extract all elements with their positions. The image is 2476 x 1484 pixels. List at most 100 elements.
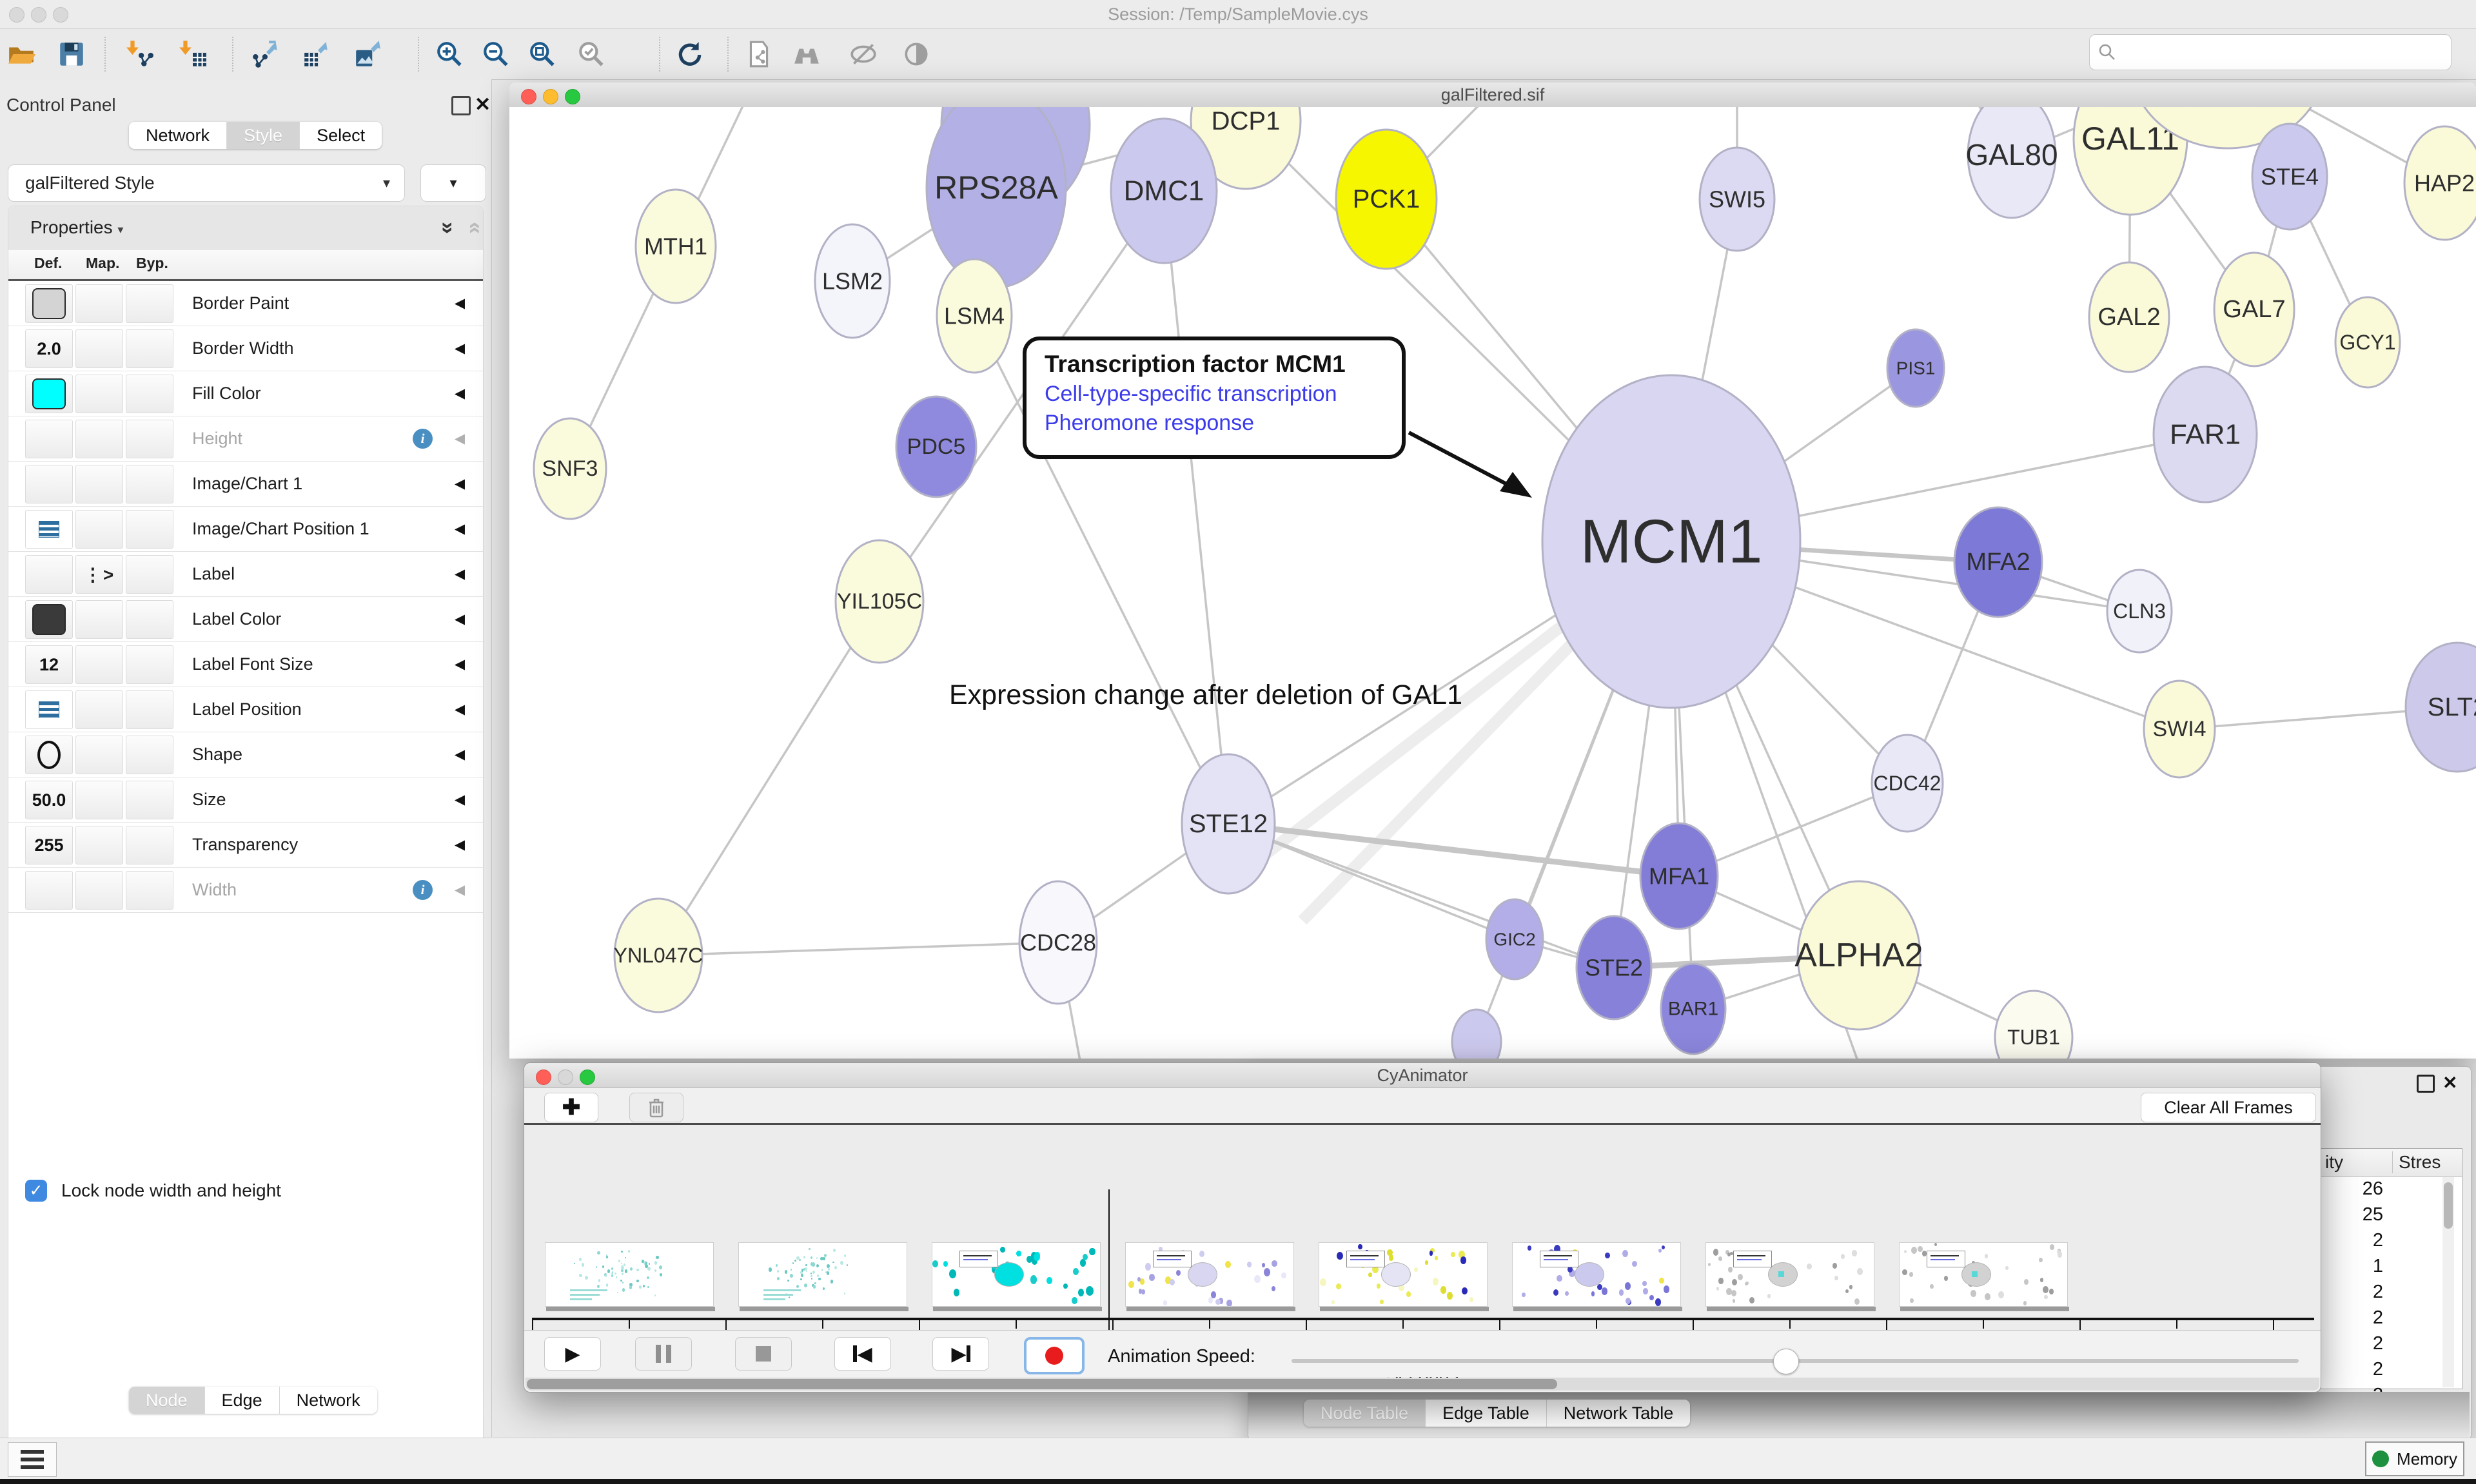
table-row[interactable]: 25: [2321, 1202, 2462, 1227]
property-row-shape[interactable]: Shape◀: [8, 732, 483, 777]
frame-thumbnail-3[interactable]: [1125, 1242, 1294, 1311]
frame-thumbnail-5[interactable]: [1512, 1242, 1681, 1311]
table-row[interactable]: 2: [2321, 1279, 2462, 1305]
expand-row-icon[interactable]: ◀: [455, 597, 465, 641]
style-dropdown[interactable]: galFiltered Style ▾: [8, 164, 405, 202]
map-cell[interactable]: [75, 871, 123, 910]
table-row[interactable]: 2: [2321, 1356, 2462, 1382]
float-panel-icon[interactable]: [2417, 1075, 2435, 1093]
tab-node[interactable]: Node: [129, 1387, 205, 1414]
annotation-link[interactable]: Pheromone response: [1045, 411, 1402, 436]
zoom-window-icon[interactable]: [53, 7, 68, 23]
info-icon[interactable]: i: [413, 880, 433, 900]
byp-cell[interactable]: [126, 826, 173, 864]
info-icon[interactable]: i: [413, 429, 433, 449]
minimize-window-icon[interactable]: [31, 7, 46, 23]
def-cell[interactable]: [25, 375, 73, 413]
close-panel-icon[interactable]: ✕: [2442, 1072, 2457, 1093]
task-history-button[interactable]: [8, 1442, 57, 1477]
frame-thumbnail-1[interactable]: [738, 1242, 907, 1311]
minimize-window-icon[interactable]: [543, 89, 558, 104]
property-row-height[interactable]: Heighti◀: [8, 416, 483, 462]
property-row-border-paint[interactable]: Border Paint◀: [8, 281, 483, 326]
tab-style[interactable]: Style: [227, 122, 300, 149]
def-cell[interactable]: [25, 736, 73, 774]
tab-edge[interactable]: Edge: [205, 1387, 280, 1414]
export-table-icon[interactable]: [300, 38, 333, 70]
memory-button[interactable]: Memory: [2365, 1441, 2464, 1476]
property-row-label-position[interactable]: Label Position◀: [8, 687, 483, 732]
frame-thumbnail-4[interactable]: [1319, 1242, 1488, 1311]
map-cell[interactable]: [75, 826, 123, 864]
property-row-transparency[interactable]: 255Transparency◀: [8, 823, 483, 868]
close-panel-icon[interactable]: ✕: [475, 93, 491, 116]
timeline-horizontal-scrollbar[interactable]: [526, 1378, 2319, 1391]
frame-thumbnail-6[interactable]: [1705, 1242, 1874, 1311]
close-window-icon[interactable]: [521, 89, 536, 104]
zoom-window-icon[interactable]: [580, 1069, 595, 1085]
lock-size-checkbox[interactable]: ✓: [25, 1180, 47, 1202]
add-frame-button[interactable]: ✚: [544, 1093, 598, 1122]
map-cell[interactable]: [75, 375, 123, 413]
def-cell[interactable]: 2.0: [25, 329, 73, 368]
expand-row-icon[interactable]: ◀: [455, 416, 465, 461]
properties-header[interactable]: Properties ▾ » »: [8, 206, 483, 249]
expand-row-icon[interactable]: ◀: [455, 777, 465, 822]
pause-button[interactable]: [635, 1337, 692, 1371]
import-table-icon[interactable]: [177, 38, 209, 70]
byp-cell[interactable]: [126, 555, 173, 594]
skip-to-end-button[interactable]: ▶: [932, 1337, 989, 1371]
def-cell[interactable]: [25, 555, 73, 594]
network-node-smallcut[interactable]: [1452, 1010, 1501, 1059]
table-row[interactable]: 26: [2321, 1176, 2462, 1202]
byp-cell[interactable]: [126, 329, 173, 368]
expand-row-icon[interactable]: ◀: [455, 281, 465, 326]
byp-cell[interactable]: [126, 645, 173, 684]
byp-cell[interactable]: [126, 871, 173, 910]
byp-cell[interactable]: [126, 375, 173, 413]
column-divider[interactable]: [2392, 1151, 2393, 1173]
map-cell[interactable]: [75, 510, 123, 549]
timeline-area[interactable]: 0123456789 Seconds: [524, 1125, 2321, 1330]
byp-cell[interactable]: [126, 284, 173, 323]
property-row-image-chart-position-1[interactable]: Image/Chart Position 1◀: [8, 507, 483, 552]
zoom-out-icon[interactable]: [480, 38, 512, 70]
frame-thumbnail-2[interactable]: [932, 1242, 1101, 1311]
table-row[interactable]: 2: [2321, 1305, 2462, 1331]
node-table-header[interactable]: ity Stres: [2321, 1149, 2462, 1176]
tab-network[interactable]: Network: [280, 1387, 377, 1414]
map-cell[interactable]: ⋮>: [75, 555, 123, 594]
export-network-icon[interactable]: [250, 38, 282, 70]
float-panel-icon[interactable]: [451, 96, 471, 115]
open-folder-icon[interactable]: [5, 38, 37, 70]
byp-cell[interactable]: [126, 690, 173, 729]
expand-row-icon[interactable]: ◀: [455, 687, 465, 732]
map-cell[interactable]: [75, 600, 123, 639]
delete-frame-button[interactable]: [629, 1093, 683, 1122]
tab-node-table[interactable]: Node Table: [1304, 1400, 1426, 1427]
map-cell[interactable]: [75, 736, 123, 774]
scrollbar-thumb[interactable]: [527, 1379, 1557, 1389]
def-cell[interactable]: [25, 871, 73, 910]
byp-cell[interactable]: [126, 510, 173, 549]
timeline-playhead[interactable]: [1108, 1189, 1110, 1333]
refresh-icon[interactable]: [673, 38, 705, 70]
hide-edges-icon[interactable]: [847, 38, 879, 70]
expand-row-icon[interactable]: ◀: [455, 642, 465, 687]
expand-row-icon[interactable]: ◀: [455, 507, 465, 551]
zoom-fit-icon[interactable]: [526, 38, 558, 70]
property-row-image-chart-1[interactable]: Image/Chart 1◀: [8, 462, 483, 507]
property-row-size[interactable]: 50.0Size◀: [8, 777, 483, 823]
property-row-label-color[interactable]: Label Color◀: [8, 597, 483, 642]
app-window-controls[interactable]: [9, 7, 75, 26]
document-share-icon[interactable]: [743, 38, 775, 70]
annotation-link[interactable]: Cell-type-specific transcription: [1045, 382, 1402, 407]
table-row[interactable]: 2: [2321, 1227, 2462, 1253]
frame-thumbnail-7[interactable]: [1899, 1242, 2068, 1311]
def-cell[interactable]: [25, 690, 73, 729]
table-row[interactable]: 2: [2321, 1331, 2462, 1356]
import-network-icon[interactable]: [124, 38, 156, 70]
byp-cell[interactable]: [126, 465, 173, 503]
property-row-label[interactable]: ⋮>Label◀: [8, 552, 483, 597]
expand-row-icon[interactable]: ◀: [455, 823, 465, 867]
